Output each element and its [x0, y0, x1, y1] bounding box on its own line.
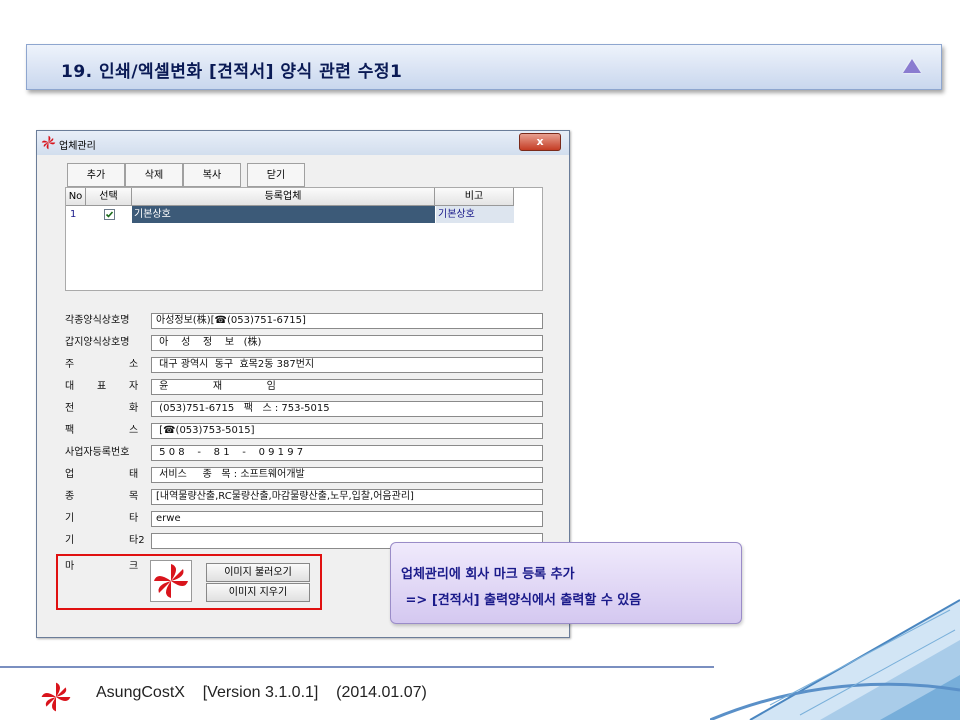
field-label-bitem-char-2: 목 [129, 491, 139, 502]
field-label-etc2-char-2: 타2 [129, 535, 145, 546]
footer-info: AsungCostX [Version 3.1.0.1] (2014.01.07… [96, 684, 427, 702]
field-label-etc2: 기 타2 [65, 533, 155, 549]
callout-line-2: => [견적서] 출력양식에서 출력할 수 있음 [401, 593, 642, 608]
field-label-form-company-name: 각종양식상호명 [65, 315, 130, 326]
field-label-btype-char-2: 태 [129, 469, 139, 480]
field-label-business-item: 종목 [65, 489, 145, 505]
cover-company-name-field[interactable]: 아 성 정 보 (株) [151, 335, 543, 351]
footer-divider [0, 666, 714, 668]
representative-field[interactable]: 윤 재 임 [151, 379, 543, 395]
field-label-etc: 기타 [65, 511, 145, 527]
window-titlebar: 업체관리 x [37, 131, 569, 155]
business-number-field[interactable]: 5 0 8 - 8 1 - 0 9 1 9 7 [151, 445, 543, 461]
field-label-phone-char-2: 화 [129, 403, 139, 414]
company-grid[interactable]: No 선택 등록업체 비고 1 기본상호 기본상호 [65, 187, 543, 291]
field-label-phone-char-1: 전 [65, 403, 75, 414]
row-checkbox[interactable] [104, 206, 116, 223]
field-label-fax-char-1: 팩 [65, 425, 75, 436]
footer-pinwheel-logo-icon [41, 682, 71, 712]
drafting-tools-decoration [710, 599, 960, 720]
grid-header-no: No [66, 188, 86, 206]
close-button[interactable]: x [519, 133, 561, 151]
field-label-address-char-2: 소 [129, 359, 139, 370]
field-label-representative: 대표자 [65, 379, 145, 395]
grid-header-company: 등록업체 [132, 188, 435, 206]
field-label-rep-char-3: 자 [129, 381, 139, 392]
business-type-field[interactable]: 서비스 종 목 : 소프트웨어개발 [151, 467, 543, 483]
field-label-etc-char-2: 타 [129, 513, 139, 524]
clear-image-button[interactable]: 이미지 지우기 [206, 583, 310, 602]
slide-title: 19. 인쇄/엑셀변화 [견적서] 양식 관련 수정1 [61, 62, 403, 82]
close-window-button[interactable]: 닫기 [247, 163, 305, 187]
field-label-rep-char-2: 표 [97, 381, 107, 392]
delete-button[interactable]: 삭제 [125, 163, 183, 187]
phone-field[interactable]: (053)751-6715 팩 스 : 753-5015 [151, 401, 543, 417]
company-mark-image [150, 560, 192, 602]
field-label-etc2-char-1: 기 [65, 535, 75, 546]
grid-header-note: 비고 [435, 188, 514, 206]
field-label-rep-char-1: 대 [65, 381, 75, 392]
collapse-triangle-icon[interactable] [903, 59, 921, 73]
grid-header-select: 선택 [86, 188, 132, 206]
footer-date: (2014.01.07) [336, 684, 427, 701]
field-label-btype-char-1: 업 [65, 469, 75, 480]
load-image-button[interactable]: 이미지 불러오기 [206, 563, 310, 582]
field-label-fax-char-2: 스 [129, 425, 139, 436]
pinwheel-logo-icon [41, 135, 56, 150]
field-label-fax: 팩스 [65, 423, 145, 439]
callout-line-1: 업체관리에 회사 마크 등록 추가 [401, 567, 575, 582]
field-label-address: 주소 [65, 357, 145, 373]
slide-title-bar: 19. 인쇄/엑셀변화 [견적서] 양식 관련 수정1 [26, 44, 942, 90]
info-callout: 업체관리에 회사 마크 등록 추가 => [견적서] 출력양식에서 출력할 수 … [390, 542, 742, 624]
business-item-field[interactable]: [내역물량산출,RC물량산출,마감물량산출,노무,입찰,어음관리] [151, 489, 543, 505]
row-number: 1 [70, 209, 77, 220]
add-button[interactable]: 추가 [67, 163, 125, 187]
pinwheel-mark-icon [154, 564, 188, 598]
field-label-business-type: 업태 [65, 467, 145, 483]
checkbox-checked-icon [104, 209, 115, 220]
row-company-cell[interactable]: 기본상호 [132, 206, 435, 223]
field-label-phone: 전화 [65, 401, 145, 417]
window-title: 업체관리 [59, 141, 96, 152]
address-field[interactable]: 대구 광역시 동구 효목2동 387번지 [151, 357, 543, 373]
field-label-etc-char-1: 기 [65, 513, 75, 524]
field-label-bitem-char-1: 종 [65, 491, 75, 502]
copy-button[interactable]: 복사 [183, 163, 241, 187]
row-note-cell[interactable]: 기본상호 [436, 206, 514, 223]
field-label-address-char-1: 주 [65, 359, 75, 370]
etc-field[interactable]: erwe [151, 511, 543, 527]
form-company-name-field[interactable]: 아성정보(株)[☎(053)751-6715] [151, 313, 543, 329]
footer-version: [Version 3.1.0.1] [202, 684, 319, 701]
fax-field[interactable]: [☎(053)753-5015] [151, 423, 543, 439]
footer-app-name: AsungCostX [96, 684, 185, 701]
field-label-business-number: 사업자등록번호 [65, 447, 130, 458]
field-label-cover-company-name: 갑지양식상호명 [65, 337, 130, 348]
